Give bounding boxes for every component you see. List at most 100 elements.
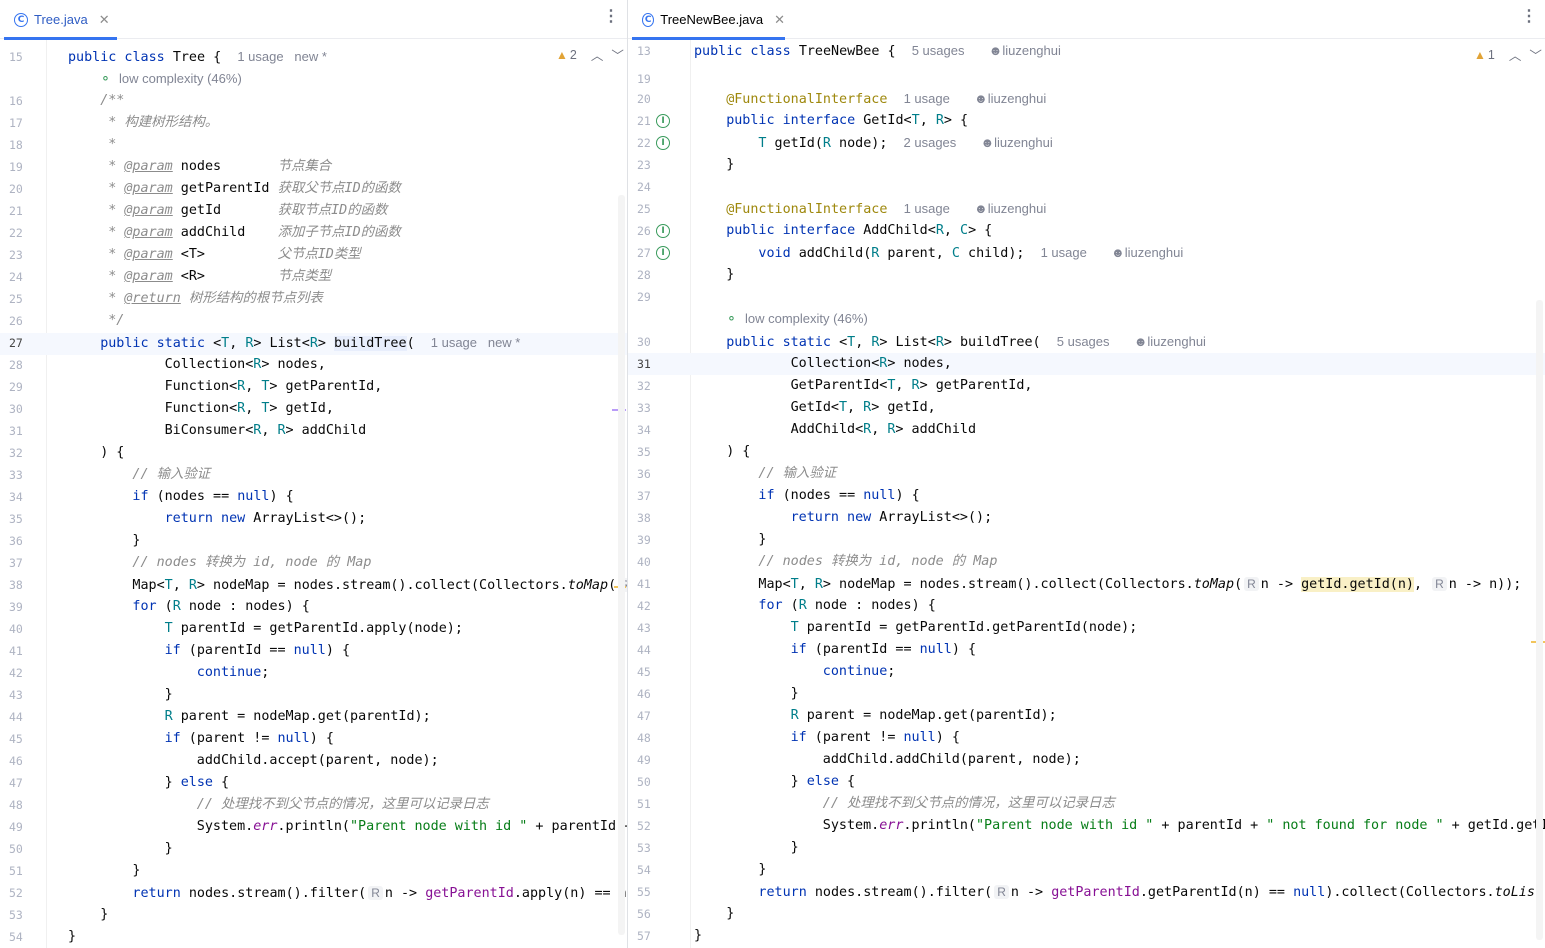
code-line[interactable]: // 处理找不到父节点的情况，这里可以记录日志 — [823, 793, 1115, 815]
line-number[interactable]: 57 — [628, 925, 664, 947]
code-line[interactable]: public class Tree { 1 usage new * — [68, 46, 327, 68]
code-line[interactable]: } — [165, 838, 173, 860]
line-number[interactable]: 33 — [0, 464, 36, 486]
implementation-icon[interactable]: I — [656, 136, 670, 150]
line-number[interactable]: 13 — [628, 40, 664, 62]
code-line[interactable]: ) { — [726, 441, 750, 463]
code-line[interactable]: Map<T, R> nodeMap = nodes.stream().colle… — [132, 574, 627, 596]
line-number[interactable]: 32 — [0, 442, 36, 464]
line-number[interactable]: 16 — [0, 90, 36, 112]
code-line[interactable]: // 处理找不到父节点的情况，这里可以记录日志 — [197, 794, 489, 816]
code-line[interactable]: continue; — [197, 662, 270, 684]
code-line[interactable]: return new ArrayList<>(); — [791, 507, 993, 529]
code-line[interactable]: } — [726, 154, 734, 176]
line-number[interactable]: 30 — [0, 398, 36, 420]
line-number[interactable]: 49 — [628, 749, 664, 771]
more-options-icon[interactable]: ⋮ — [1521, 9, 1537, 25]
code-line[interactable]: // nodes 转换为 id, node 的 Map — [758, 551, 997, 573]
line-number[interactable]: 24 — [628, 176, 664, 198]
line-number[interactable]: 41 — [0, 640, 36, 662]
line-number[interactable]: 24 — [0, 266, 36, 288]
line-number[interactable]: 25 — [0, 288, 36, 310]
code-line[interactable]: public interface AddChild<R, C> { — [726, 220, 992, 242]
line-number[interactable]: 30 — [628, 331, 664, 353]
line-number[interactable]: 37 — [628, 485, 664, 507]
code-line[interactable]: Function<R, T> getParentId, — [165, 376, 383, 398]
code-line[interactable]: } — [791, 683, 799, 705]
code-line[interactable]: Map<T, R> nodeMap = nodes.stream().colle… — [758, 573, 1521, 595]
line-number[interactable]: 20 — [628, 88, 664, 110]
line-number[interactable]: 41 — [628, 573, 664, 595]
line-number[interactable]: 35 — [0, 508, 36, 530]
inspection-widget[interactable]: ▲ 1 ︿ ﹀ — [1474, 45, 1542, 64]
line-number[interactable]: 38 — [628, 507, 664, 529]
line-number[interactable]: 40 — [0, 618, 36, 640]
line-number[interactable]: 54 — [628, 859, 664, 881]
line-number[interactable]: 45 — [628, 661, 664, 683]
line-number[interactable]: 33 — [628, 397, 664, 419]
code-line[interactable]: if (parentId == null) { — [791, 639, 976, 661]
code-line[interactable]: } — [132, 860, 140, 882]
code-line[interactable]: if (parent != null) { — [165, 728, 334, 750]
code-line[interactable]: GetId<T, R> getId, — [791, 397, 936, 419]
line-number[interactable]: 43 — [0, 684, 36, 706]
line-number[interactable]: 52 — [628, 815, 664, 837]
line-number[interactable]: 29 — [0, 376, 36, 398]
line-number[interactable]: 52 — [0, 882, 36, 904]
line-number[interactable]: 51 — [628, 793, 664, 815]
code-line[interactable]: Collection<R> nodes, — [165, 354, 326, 376]
vertical-scrollbar[interactable] — [618, 195, 625, 935]
code-line[interactable]: } — [758, 529, 766, 551]
code-line[interactable]: R parent = nodeMap.get(parentId); — [165, 706, 431, 728]
line-number[interactable]: 53 — [628, 837, 664, 859]
line-number[interactable]: 25 — [628, 198, 664, 220]
tab-treenewbee-java[interactable]: C TreeNewBee.java ✕ — [632, 0, 785, 40]
line-number[interactable]: 36 — [0, 530, 36, 552]
line-number[interactable]: 49 — [0, 816, 36, 838]
line-number[interactable]: 38 — [0, 574, 36, 596]
line-number[interactable]: 55 — [628, 881, 664, 903]
code-line[interactable]: void addChild(R parent, C child); 1 usag… — [758, 242, 1183, 264]
code-line[interactable]: Collection<R> nodes, — [791, 353, 952, 375]
line-number[interactable]: 44 — [0, 706, 36, 728]
code-line[interactable]: return nodes.stream().filter(Rn -> getPa… — [132, 882, 627, 904]
code-line[interactable]: * @param addChild 添加子节点ID的函数 — [100, 222, 401, 244]
code-line[interactable]: } else { — [165, 772, 230, 794]
line-number[interactable]: 46 — [0, 750, 36, 772]
code-line[interactable]: AddChild<R, R> addChild — [791, 419, 976, 441]
implementation-icon[interactable]: I — [656, 224, 670, 238]
line-number[interactable]: 42 — [0, 662, 36, 684]
more-options-icon[interactable]: ⋮ — [603, 9, 619, 25]
code-line[interactable]: GetParentId<T, R> getParentId, — [791, 375, 1033, 397]
line-number[interactable]: 35 — [628, 441, 664, 463]
code-line[interactable]: } — [694, 925, 702, 947]
code-line[interactable]: */ — [100, 310, 124, 332]
line-number[interactable]: 39 — [0, 596, 36, 618]
line-number[interactable]: 17 — [0, 112, 36, 134]
code-line[interactable]: } else { — [791, 771, 856, 793]
code-line[interactable]: if (nodes == null) { — [758, 485, 919, 507]
code-line[interactable]: return nodes.stream().filter(Rn -> getPa… — [758, 881, 1545, 903]
line-number[interactable]: 31 — [0, 420, 36, 442]
line-number[interactable]: 50 — [0, 838, 36, 860]
line-number[interactable]: 39 — [628, 529, 664, 551]
close-icon[interactable]: ✕ — [99, 12, 110, 28]
code-line[interactable]: if (parent != null) { — [791, 727, 960, 749]
code-line[interactable]: * 构建树形结构。 — [100, 112, 218, 134]
code-line[interactable]: System.err.println("Parent node with id … — [197, 816, 627, 838]
code-line[interactable]: } — [758, 859, 766, 881]
line-number[interactable]: 46 — [628, 683, 664, 705]
code-line[interactable]: public interface GetId<T, R> { — [726, 110, 968, 132]
code-line[interactable]: * @return 树形结构的根节点列表 — [100, 288, 323, 310]
line-number[interactable]: 47 — [0, 772, 36, 794]
line-number[interactable]: 51 — [0, 860, 36, 882]
vertical-scrollbar[interactable] — [1536, 300, 1543, 940]
code-line[interactable]: if (parentId == null) { — [165, 640, 350, 662]
code-line[interactable]: } — [726, 903, 734, 925]
code-line[interactable]: // nodes 转换为 id, node 的 Map — [132, 552, 371, 574]
code-line[interactable]: continue; — [823, 661, 896, 683]
line-number[interactable]: 23 — [0, 244, 36, 266]
line-number[interactable]: 47 — [628, 705, 664, 727]
code-line[interactable]: * @param nodes 节点集合 — [100, 156, 331, 178]
line-number[interactable]: 22 — [0, 222, 36, 244]
